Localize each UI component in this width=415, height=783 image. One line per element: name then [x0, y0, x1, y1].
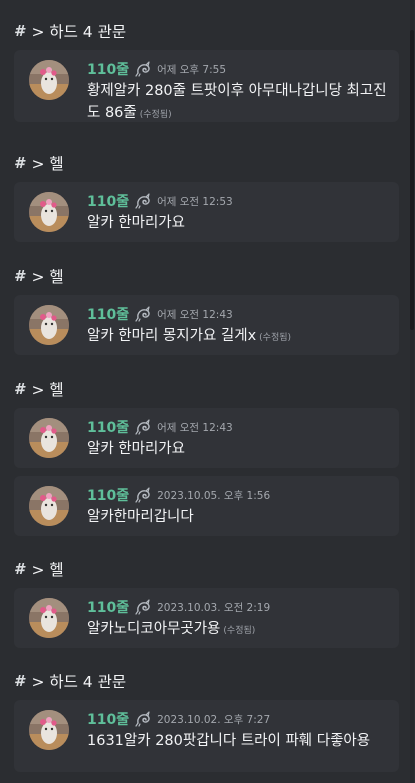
dragon-role-icon [135, 61, 150, 77]
message-header: 110줄 어제 오후 7:55 [87, 60, 226, 78]
timestamp: 2023.10.05. 오후 1:56 [157, 489, 271, 502]
message-header: 110줄 어제 오전 12:53 [87, 192, 233, 210]
user-avatar[interactable] [29, 598, 69, 638]
user-avatar[interactable] [29, 305, 69, 345]
dragon-role-icon [135, 306, 150, 322]
dragon-role-icon [135, 487, 150, 503]
role-icon [135, 599, 152, 615]
channel-name: > 하드 4 관문 [31, 23, 127, 41]
channel-breadcrumb[interactable]: # > 헬 [14, 378, 64, 400]
user-avatar[interactable] [29, 60, 69, 100]
message-content: 알카한마리갑니다 [87, 509, 194, 525]
message-text: 1631알카 280팟갑니다 트라이 파훼 다좋아용 [87, 730, 392, 752]
timestamp: 어제 오전 12:53 [157, 195, 233, 208]
username[interactable]: 110줄 [87, 191, 129, 211]
hash-icon: # [14, 560, 25, 578]
role-icon [135, 711, 152, 727]
message-header: 110줄 2023.10.03. 오전 2:19 [87, 598, 270, 616]
message-text: 알카 한마리 몽지가요 길게x (수정됨) [87, 325, 392, 349]
message-card[interactable]: 110줄 어제 오전 12:43 알카 한마리가요 [14, 408, 399, 468]
username[interactable]: 110줄 [87, 417, 129, 437]
message-card[interactable]: 110줄 어제 오전 12:43 알카 한마리 몽지가요 길게x (수정됨) [14, 295, 399, 355]
hash-icon: # [14, 672, 25, 690]
timestamp: 어제 오후 7:55 [157, 63, 227, 76]
role-icon [135, 193, 152, 209]
timestamp: 어제 오전 12:43 [157, 421, 233, 434]
message-content: 알카 한마리 몽지가요 길게x [87, 328, 257, 344]
role-icon [135, 419, 152, 435]
message-content: 알카노디코아무곳가용 [87, 621, 221, 637]
message-header: 110줄 어제 오전 12:43 [87, 418, 233, 436]
channel-breadcrumb[interactable]: # > 하드 4 관문 [14, 20, 126, 42]
username[interactable]: 110줄 [87, 709, 129, 729]
message-content: 1631알카 280팟갑니다 트라이 파훼 다좋아용 [87, 733, 371, 749]
message-header: 110줄 2023.10.02. 오후 7:27 [87, 710, 270, 728]
message-content: 황제알카 280줄 트팟이후 아무대나갑니당 최고진도 86줄 [87, 83, 387, 121]
message-card[interactable]: 110줄 2023.10.02. 오후 7:27 1631알카 280팟갑니다 트라… [14, 700, 399, 772]
channel-breadcrumb[interactable]: # > 헬 [14, 558, 64, 580]
channel-name: > 헬 [31, 381, 64, 399]
username[interactable]: 110줄 [87, 304, 129, 324]
role-icon [135, 61, 152, 77]
username[interactable]: 110줄 [87, 59, 129, 79]
channel-breadcrumb[interactable]: # > 헬 [14, 265, 64, 287]
timestamp: 어제 오전 12:43 [157, 308, 233, 321]
channel-name: > 하드 4 관문 [31, 673, 127, 691]
message-text: 알카한마리갑니다 [87, 506, 392, 528]
hash-icon: # [14, 380, 25, 398]
hash-icon: # [14, 22, 25, 40]
channel-name: > 헬 [31, 155, 64, 173]
role-icon [135, 306, 152, 322]
message-content: 알카 한마리가요 [87, 215, 185, 231]
message-card[interactable]: 110줄 어제 오후 7:55 황제알카 280줄 트팟이후 아무대나갑니당 최고진… [14, 50, 399, 122]
message-card[interactable]: 110줄 어제 오전 12:53 알카 한마리가요 [14, 182, 399, 242]
edited-tag: (수정됨) [223, 626, 256, 636]
hash-icon: # [14, 267, 25, 285]
role-icon [135, 487, 152, 503]
dragon-role-icon [135, 599, 150, 615]
timestamp: 2023.10.02. 오후 7:27 [157, 713, 271, 726]
channel-breadcrumb[interactable]: # > 헬 [14, 152, 64, 174]
dragon-role-icon [135, 419, 150, 435]
user-avatar[interactable] [29, 710, 69, 750]
edited-tag: (수정됨) [259, 333, 292, 343]
hash-icon: # [14, 154, 25, 172]
message-card[interactable]: 110줄 2023.10.03. 오전 2:19 알카노디코아무곳가용 (수정됨) [14, 588, 399, 648]
channel-name: > 헬 [31, 268, 64, 286]
edited-tag: (수정됨) [139, 110, 172, 120]
message-text: 황제알카 280줄 트팟이후 아무대나갑니당 최고진도 86줄 (수정됨) [87, 80, 392, 126]
message-header: 110줄 2023.10.05. 오후 1:56 [87, 486, 270, 504]
dragon-role-icon [135, 711, 150, 727]
username[interactable]: 110줄 [87, 597, 129, 617]
message-text: 알카노디코아무곳가용 (수정됨) [87, 618, 392, 642]
timestamp: 2023.10.03. 오전 2:19 [157, 601, 271, 614]
message-header: 110줄 어제 오전 12:43 [87, 305, 233, 323]
user-avatar[interactable] [29, 418, 69, 458]
dragon-role-icon [135, 193, 150, 209]
channel-breadcrumb[interactable]: # > 하드 4 관문 [14, 670, 126, 692]
scrollbar-thumb[interactable] [410, 30, 414, 330]
channel-name: > 헬 [31, 561, 64, 579]
user-avatar[interactable] [29, 192, 69, 232]
username[interactable]: 110줄 [87, 485, 129, 505]
message-text: 알카 한마리가요 [87, 438, 392, 460]
message-content: 알카 한마리가요 [87, 441, 185, 457]
message-text: 알카 한마리가요 [87, 212, 392, 234]
message-card[interactable]: 110줄 2023.10.05. 오후 1:56 알카한마리갑니다 [14, 476, 399, 536]
user-avatar[interactable] [29, 486, 69, 526]
